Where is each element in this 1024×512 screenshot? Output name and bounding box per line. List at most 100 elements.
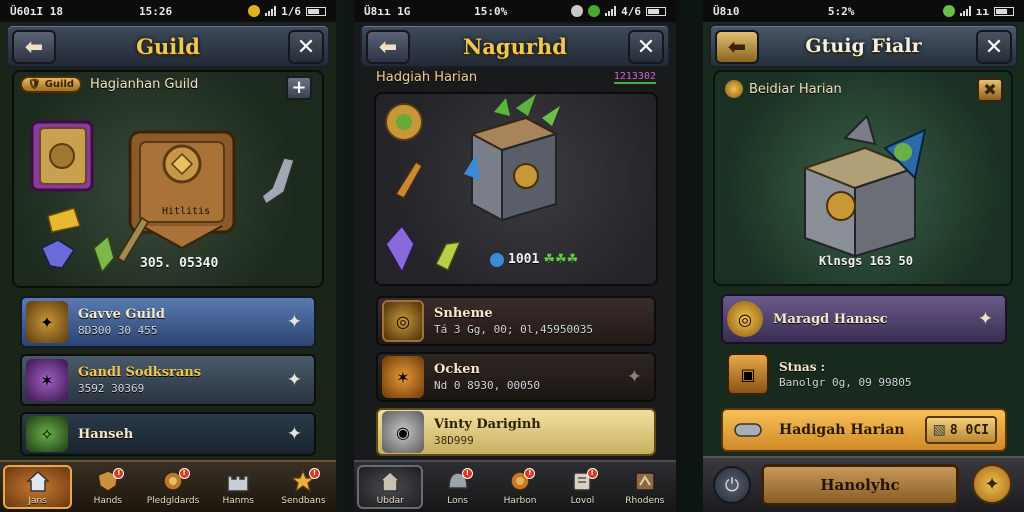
sparkle-icon: ✦ [286,369,302,391]
tab-sendbans[interactable]: ! Sendbans [271,462,336,512]
status-left: Ü8ıı 1G [364,4,411,18]
notification-badge: ! [461,468,473,479]
list-item[interactable]: Hadigah Harian ▧ 8 0CI [721,408,1007,452]
list-item-title: Hanseh [78,426,134,442]
bottom-nav: Jans ! Hands ! Pledgldards Hanms ! Sendb… [0,460,336,512]
sparkle-icon: ✦ [286,311,302,333]
chest-icon [464,94,560,222]
status-icons: 1/6 [248,5,326,18]
key-icon [261,157,295,206]
tab-home[interactable]: Ubdar [357,465,424,509]
shield-icon: 🛡 [28,79,41,90]
list-item-sub: Tá 3 Gg, 00; 0l,45950035 [434,323,593,336]
list-item[interactable]: ✧ Hanseh ✦ [20,412,316,456]
gold-bar-icon [47,207,81,233]
list-item[interactable]: ▣ Stnas : Banolgr 0g, 09 99805 [721,348,1007,400]
cost-badge: ▧ 8 0CI [924,416,997,444]
tab-label: Hanms [222,496,254,506]
notification-badge: ! [178,468,190,479]
signal-icon [265,6,277,16]
tab-hands[interactable]: ! Hands [75,462,140,512]
arrow-left-icon: ⬅ [727,34,747,60]
orb-icon [490,252,504,267]
list-item-title: Gandl Sodksrans [78,365,202,380]
list-item[interactable]: ✦ Gavve Guild 8D300 30 455 ✦ [20,296,316,348]
tab-lons[interactable]: ! Lons [426,462,488,512]
list-item[interactable]: ◎ Snheme Tá 3 Gg, 00; 0l,45950035 [376,296,656,346]
tab-label: Pledgldards [146,496,200,506]
crystal-icon [385,224,415,274]
tab-label: Sendbans [281,496,326,506]
horn-icon: ✧ [26,416,68,452]
header-bar: ⬅ Gtuig Fialr ✕ [709,24,1018,68]
list-item-title: Vinty Dariginh [434,417,541,432]
reward-count: 1001 ☘☘☘ [490,252,578,267]
status-right: ıı [975,4,989,18]
sparkle-icon: ✦ [977,308,993,330]
horn-icon [394,160,423,199]
battery-icon [306,6,326,16]
list-item-sub: 8D300 30 455 [78,324,158,337]
notification-badge: ! [586,468,598,479]
tab-lovol[interactable]: ! Lovol [551,462,613,512]
tab-pledges[interactable]: ! Pledgldards [140,462,205,512]
back-button[interactable]: ⬅ [12,30,56,64]
list-item-sub: 38D999 [434,434,474,447]
arrow-left-icon: ⬅ [24,34,44,60]
list-item[interactable]: ✶ Gandl Sodksrans 3592 30369 ✦ [20,354,316,406]
status-right: 1/6 [281,4,301,18]
settings-button[interactable]: ✖ [977,78,1003,102]
tab-label: Ubdar [376,496,404,506]
tab-rhodens[interactable]: Rhodens [614,462,676,512]
tab-harbon[interactable]: ! Harbon [489,462,551,512]
home-icon [376,468,404,494]
status-bar: Ü8ı0 5:2% ıı [703,0,1024,22]
chest-artwork [802,114,927,258]
status-icons: ıı [942,4,1014,18]
page-title: Nagurhd [463,33,567,59]
emblem-icon: ✦ [26,301,68,343]
medal-icon [385,103,423,141]
tab-label: Lons [447,496,468,506]
bottom-nav: Ubdar ! Lons ! Harbon ! Lovol Rhodens [354,460,676,512]
status-icons: 4/6 [571,5,666,18]
plus-icon: + [291,77,307,98]
list-item-title: Snheme [434,306,493,321]
tab-hanms[interactable]: Hanms [206,462,271,512]
power-button[interactable]: ⏻ [713,466,751,504]
summary-value: 1213302 [613,71,656,84]
chest-icon [802,114,927,258]
scroll-icon [727,412,769,448]
primary-action-label: Hanolyhc [820,476,900,494]
status-left: Ü60ıI 18 [10,4,63,18]
coin-icon [725,80,743,98]
primary-action-button[interactable]: Hanolyhc [761,464,959,506]
scroll-icon: ✶ [26,359,68,401]
jar-icon: ▧ [932,422,946,438]
add-button[interactable]: + [286,76,312,100]
cost-value: 8 0CI [949,422,989,438]
tab-home[interactable]: Jans [3,465,73,509]
list-item-sub: Banolgr 0g, 09 99805 [779,375,912,389]
list-item-sub: 3592 30369 [78,382,145,395]
close-button[interactable]: ✕ [288,30,324,64]
back-button[interactable]: ⬅ [366,30,410,64]
list-item[interactable]: ◎ Maragd Hanasc ✦ [721,294,1007,344]
footer-bar: ⏻ Hanolyhc ✦ [703,456,1024,512]
guild-emblem-button[interactable]: ✦ [972,464,1012,504]
list-item-title: Hadigah Harian [779,422,905,438]
flame-icon: ✶ [382,356,424,398]
back-button[interactable]: ⬅ [715,30,759,64]
status-bar: Ü8ıı 1G 15:0% 4/6 [354,0,676,22]
reward-panel: 1001 ☘☘☘ [374,92,658,286]
list-item[interactable]: ◉ Vinty Dariginh 38D999 [376,408,656,456]
status-left: Ü8ı0 [713,4,740,18]
close-button[interactable]: ✕ [976,30,1012,64]
battery-icon [646,6,666,16]
tab-label: Rhodens [625,496,665,506]
coin-icon: ◎ [727,301,763,337]
close-button[interactable]: ✕ [628,30,664,64]
guild-panel: 🛡 Guild Hagianhan Guild + Hitlitis 305. … [12,70,324,288]
app-icon [588,5,601,17]
list-item[interactable]: ✶ Ocken Nd 0 8930, 00050 ✦ [376,352,656,402]
